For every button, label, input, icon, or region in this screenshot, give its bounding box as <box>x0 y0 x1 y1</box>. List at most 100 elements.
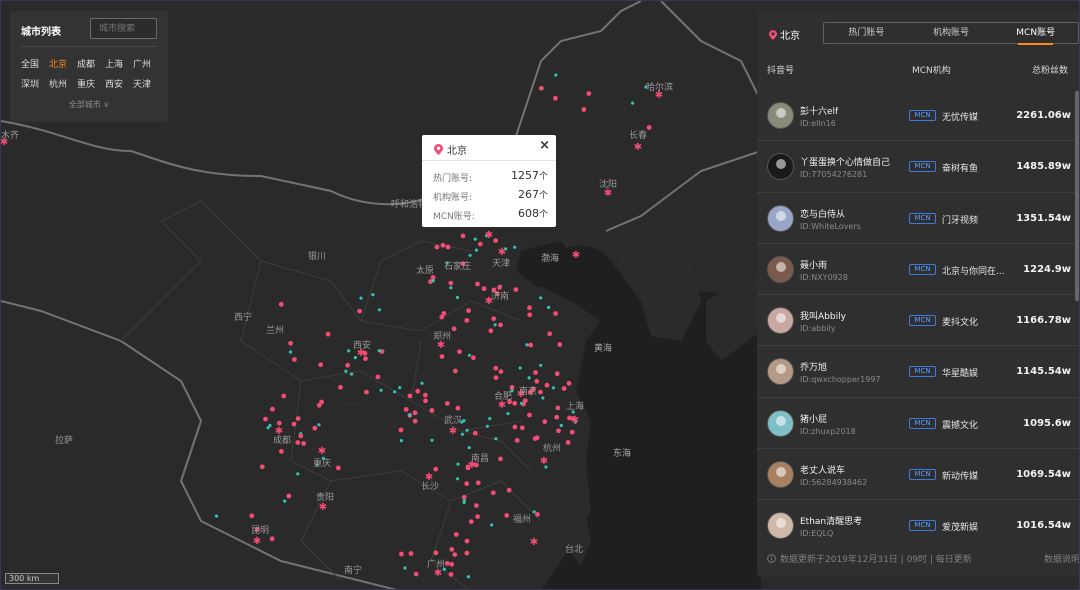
map-marker-pink[interactable] <box>475 514 480 519</box>
map-marker-pink[interactable] <box>557 342 563 347</box>
map-marker-pink[interactable] <box>357 308 362 314</box>
map-marker-pink[interactable] <box>375 374 381 380</box>
tab-mcn-accounts[interactable]: MCN账号 <box>993 23 1078 45</box>
account-row[interactable]: 彭十六elf ID:elln16 MCN 无忧传媒 2261.06w <box>757 90 1079 142</box>
avatar[interactable] <box>767 461 794 489</box>
account-row[interactable]: Ethan清醒思考 ID:EQLQ MCN 爱茂新娱 1016.54w <box>757 500 1079 551</box>
map-marker-pink[interactable] <box>448 280 454 286</box>
map-marker-teal[interactable] <box>506 412 510 416</box>
map-marker-teal[interactable] <box>527 376 531 380</box>
map-marker-pink[interactable] <box>468 519 474 525</box>
map-marker-pink[interactable] <box>528 342 534 348</box>
map-marker-teal[interactable] <box>539 296 543 300</box>
map-marker-pink[interactable] <box>461 494 467 500</box>
avatar[interactable] <box>767 204 794 232</box>
map-marker-teal[interactable] <box>493 323 497 327</box>
map-marker-teal[interactable] <box>485 424 489 428</box>
map-marker-teal[interactable] <box>431 279 435 283</box>
map-marker-teal[interactable] <box>268 423 272 428</box>
map-marker-teal[interactable] <box>393 390 397 394</box>
map-marker-pink[interactable] <box>412 410 418 416</box>
map-marker-teal[interactable] <box>214 514 219 518</box>
map-marker-pink[interactable] <box>279 449 284 454</box>
map-marker-pink[interactable] <box>452 552 458 557</box>
account-row[interactable]: 乔万旭 ID:qwxchopper1997 MCN 华星酷娱 1145.54w <box>757 346 1079 398</box>
map-marker-pink[interactable] <box>429 408 435 413</box>
map-marker-teal[interactable] <box>468 253 472 257</box>
map-marker-teal[interactable] <box>359 296 363 300</box>
city-star-marker[interactable]: ✱ <box>634 142 642 153</box>
map-marker-teal[interactable] <box>513 245 517 249</box>
map-marker-teal[interactable] <box>371 293 375 297</box>
map-marker-teal[interactable] <box>518 366 522 370</box>
map-marker-teal[interactable] <box>525 343 529 347</box>
map-marker-teal[interactable] <box>559 423 563 428</box>
map-marker-teal[interactable] <box>377 349 381 353</box>
map-marker-pink[interactable] <box>451 326 457 332</box>
map-marker-pink[interactable] <box>464 538 470 544</box>
map-marker-pink[interactable] <box>498 456 503 462</box>
city-star-marker[interactable]: ✱ <box>530 537 538 548</box>
map-marker-pink[interactable] <box>434 244 440 250</box>
city-option[interactable]: 杭州 <box>49 77 77 90</box>
map-marker-pink[interactable] <box>423 398 428 404</box>
map-marker-pink[interactable] <box>440 242 446 248</box>
map-marker-pink[interactable] <box>457 349 462 355</box>
map-marker-pink[interactable] <box>408 551 414 556</box>
map-marker-pink[interactable] <box>477 241 483 247</box>
account-row[interactable]: 猪小屁 ID:zhuxp2018 MCN 震撼文化 1095.6w <box>757 398 1079 450</box>
map-marker-pink[interactable] <box>481 286 487 292</box>
city-star-marker[interactable]: ✱ <box>540 456 548 467</box>
map-marker-pink[interactable] <box>535 512 540 517</box>
map-marker-teal[interactable] <box>462 499 466 503</box>
map-marker-teal[interactable] <box>547 305 551 309</box>
map-marker-pink[interactable] <box>472 430 478 436</box>
map-marker-pink[interactable] <box>475 480 481 486</box>
city-option[interactable]: 广州 <box>133 57 161 70</box>
map-marker-teal[interactable] <box>347 349 351 353</box>
map-marker-pink[interactable] <box>445 244 451 250</box>
map-marker-pink[interactable] <box>312 425 318 431</box>
map-marker-pink[interactable] <box>399 551 404 557</box>
all-cities-toggle[interactable]: 全部城市 ∨ <box>10 99 168 110</box>
city-option[interactable]: 重庆 <box>77 77 105 90</box>
map-marker-pink[interactable] <box>504 513 510 518</box>
map-marker-pink[interactable] <box>512 424 518 430</box>
map-marker-pink[interactable] <box>433 550 439 556</box>
map-marker-pink[interactable] <box>398 427 404 433</box>
map-marker-pink[interactable] <box>415 388 421 394</box>
map-marker-teal[interactable] <box>494 437 498 441</box>
map-marker-pink[interactable] <box>301 441 306 446</box>
map-marker-teal[interactable] <box>403 566 407 570</box>
map-marker-pink[interactable] <box>491 316 497 322</box>
map-marker-teal[interactable] <box>631 101 635 105</box>
map-marker-pink[interactable] <box>542 419 548 425</box>
map-marker-pink[interactable] <box>270 406 275 412</box>
map-marker-pink[interactable] <box>534 378 540 384</box>
map-marker-pink[interactable] <box>288 340 293 346</box>
map-marker-pink[interactable] <box>269 536 275 542</box>
city-star-marker[interactable]: ✱ <box>572 250 580 261</box>
data-notes-link[interactable]: 数据说明 <box>1044 552 1079 565</box>
account-name[interactable]: 丫蛋蛋换个心情做自己 <box>800 155 890 168</box>
map-marker-pink[interactable] <box>488 328 494 334</box>
map-marker-pink[interactable] <box>448 572 454 577</box>
account-row[interactable]: 聂小雨 ID:NXY0928 MCN 北京与你同在... 1224.9w <box>757 244 1079 296</box>
list-scrollbar[interactable] <box>1075 91 1079 301</box>
map-marker-pink[interactable] <box>471 355 476 361</box>
map-marker-pink[interactable] <box>464 481 470 487</box>
city-option[interactable]: 全国 <box>21 57 49 70</box>
map-marker-teal[interactable] <box>467 446 471 450</box>
map-marker-pink[interactable] <box>319 399 324 405</box>
map-marker-pink[interactable] <box>433 466 439 472</box>
avatar[interactable] <box>767 102 794 129</box>
map-marker-teal[interactable] <box>379 388 383 392</box>
map-marker-teal[interactable] <box>466 575 471 579</box>
map-marker-teal[interactable] <box>460 432 464 436</box>
map-marker-pink[interactable] <box>566 380 572 386</box>
account-row[interactable]: 老丈人说车 ID:56284938462 MCN 新动传媒 1069.54w <box>757 449 1079 501</box>
map-marker-pink[interactable] <box>439 314 445 320</box>
map-marker-pink[interactable] <box>286 493 292 499</box>
map-marker-pink[interactable] <box>259 464 265 470</box>
map-marker-pink[interactable] <box>444 401 450 406</box>
